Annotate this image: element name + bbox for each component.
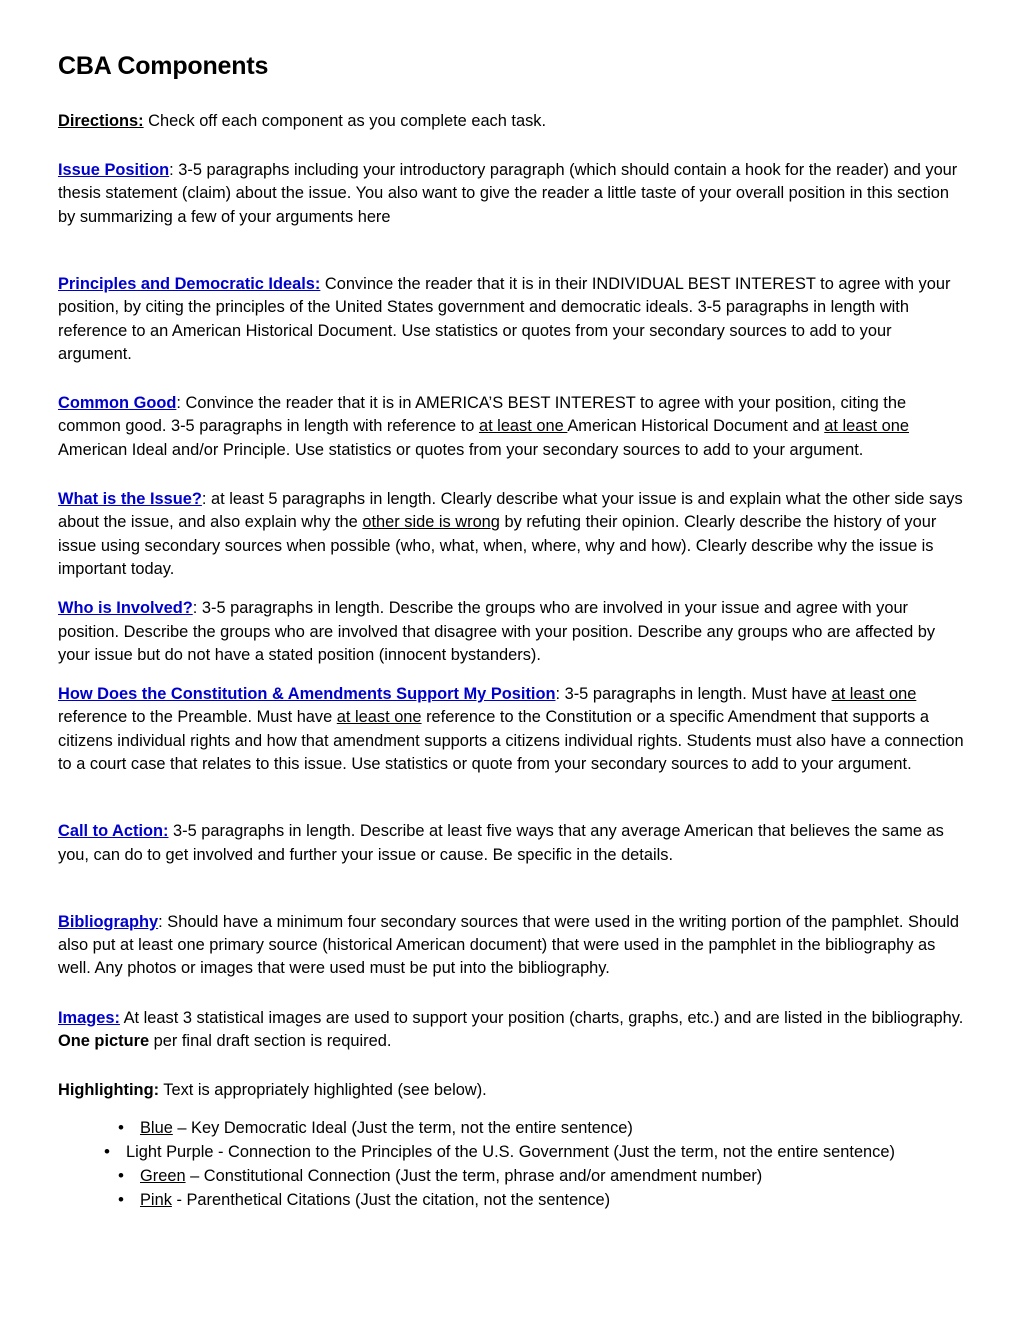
section-common-good: Common Good: Convince the reader that it… [58,392,966,462]
document-page: CBA Components Directions: Check off eac… [0,0,1020,1320]
legend-text-light-purple: - Connection to the Principles of the U.… [213,1142,895,1161]
section-images: Images: At least 3 statistical images ar… [58,1007,966,1054]
section-body-images-1: At least 3 statistical images are used t… [119,1008,964,1027]
section-highlighting: Highlighting: Text is appropriately high… [58,1079,966,1102]
section-label-who-is-involved: Who is Involved? [58,599,193,618]
section-label-highlighting: Highlighting: [58,1081,160,1100]
page-title: CBA Components [58,52,269,80]
section-call-to-action: Call to Action: 3-5 paragraphs in length… [58,820,966,867]
section-label-common-good: Common Good [58,394,177,413]
section-body-constitution-support-1: 3-5 paragraphs in length. Must have [560,685,832,704]
section-issue-position: Issue Position: 3-5 paragraphs including… [58,159,966,229]
legend-color-name-green: Green [140,1166,186,1185]
section-body-common-good-3: American Ideal and/or Principle. Use sta… [58,440,864,459]
section-body-common-good-2: American Historical Document and [567,417,825,436]
section-body-bibliography: Should have a minimum four secondary sou… [58,912,960,978]
section-directions: Directions: Check off each component as … [58,110,966,133]
section-body-highlighting: Text is appropriately highlighted (see b… [159,1081,487,1100]
emphasis-at-least-one-c: at least one [831,685,917,704]
section-what-is-the-issue: What is the Issue?: at least 5 paragraph… [58,488,966,581]
section-body-directions: Check off each component as you complete… [143,111,547,130]
emphasis-at-least-one-b: at least one [824,417,909,436]
section-label-bibliography: Bibliography [58,912,159,931]
section-label-principles-and-democratic-ideals: Principles and Democratic Ideals: [58,274,321,293]
highlighting-legend-list: Blue – Key Democratic Ideal (Just the te… [58,1116,966,1213]
list-item-legend-pink: Pink - Parenthetical Citations (Just the… [114,1188,966,1213]
section-label-images: Images: [58,1008,120,1027]
section-label-issue-position: Issue Position [58,161,170,180]
section-constitution-support: How Does the Constitution & Amendments S… [58,683,966,776]
legend-color-name-light-purple: Light Purple [126,1142,214,1161]
section-label-what-is-the-issue: What is the Issue? [58,490,202,509]
section-body-images-2: per final draft section is required. [149,1032,392,1051]
section-label-call-to-action: Call to Action: [58,822,169,841]
legend-text-blue: – Key Democratic Ideal (Just the term, n… [172,1118,633,1137]
section-who-is-involved: Who is Involved?: 3-5 paragraphs in leng… [58,597,966,667]
list-item-legend-green: Green – Constitutional Connection (Just … [114,1164,966,1189]
section-label-constitution-support: How Does the Constitution & Amendments S… [58,685,556,704]
emphasis-one-picture: One picture [58,1032,150,1051]
legend-color-name-blue: Blue [140,1118,173,1137]
legend-color-name-pink: Pink [140,1190,172,1209]
emphasis-at-least-one-d: at least one [336,708,422,727]
section-body-issue-position: 3-5 paragraphs including your introducto… [58,161,958,226]
legend-text-pink: - Parenthetical Citations (Just the cita… [171,1190,611,1209]
section-body-call-to-action: 3-5 paragraphs in length. Describe at le… [58,822,944,864]
list-item-legend-blue: Blue – Key Democratic Ideal (Just the te… [114,1116,966,1141]
list-item-legend-light-purple: Light Purple - Connection to the Princip… [100,1140,966,1165]
section-principles-and-democratic-ideals: Principles and Democratic Ideals: Convin… [58,273,966,366]
section-label-directions: Directions: [58,111,144,130]
section-bibliography: Bibliography: Should have a minimum four… [58,911,966,981]
emphasis-at-least-one-a: at least one [478,417,568,436]
emphasis-other-side-is-wrong: other side is wrong [362,513,500,532]
legend-text-green: – Constitutional Connection (Just the te… [185,1166,763,1185]
section-body-constitution-support-2: reference to the Preamble. Must have [58,708,337,727]
